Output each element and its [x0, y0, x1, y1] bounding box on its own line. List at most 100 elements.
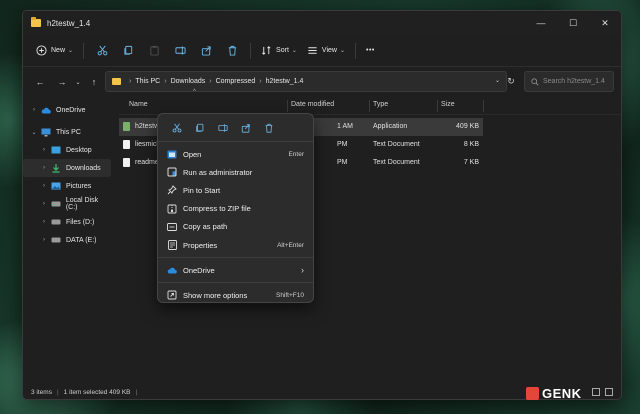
column-divider[interactable]: [287, 100, 288, 112]
chevron-right-icon[interactable]: ›: [39, 237, 49, 243]
column-divider[interactable]: [369, 100, 370, 112]
breadcrumb-downloads[interactable]: Downloads: [171, 78, 206, 85]
file-type: Application: [373, 123, 408, 130]
sort-button[interactable]: Sort ⌄: [256, 40, 302, 62]
menu-item-run-as-admin[interactable]: Run as administrator: [158, 163, 313, 181]
folder-icon: [112, 78, 121, 85]
status-divider: |: [56, 388, 59, 396]
forward-button[interactable]: →: [51, 71, 73, 93]
chevron-right-icon[interactable]: ›: [39, 183, 49, 189]
file-size: 409 KB: [456, 123, 479, 130]
sidebar-item-desktop[interactable]: › Desktop: [23, 141, 111, 159]
tiles-view-icon[interactable]: [605, 388, 613, 396]
list-view-icon: [308, 47, 317, 54]
share-button[interactable]: [234, 118, 257, 138]
title-bar: h2testw_1.4 — ☐ ✕: [23, 11, 621, 35]
sidebar-item-this-pc[interactable]: ⌄ This PC: [23, 123, 111, 141]
delete-button[interactable]: [257, 118, 280, 138]
chevron-down-icon[interactable]: ⌄: [495, 77, 500, 84]
menu-item-copy-as-path[interactable]: Copy as path: [158, 218, 313, 236]
chevron-right-icon[interactable]: ›: [39, 147, 49, 153]
column-header-name[interactable]: Name: [129, 101, 148, 108]
context-menu: Open Enter Run as administrator Pin to S…: [157, 113, 314, 303]
new-button[interactable]: New ⌄: [31, 40, 78, 62]
menu-item-label: Compress to ZIP file: [183, 204, 251, 214]
recent-locations-button[interactable]: ⌄: [73, 71, 83, 93]
copy-button[interactable]: [188, 118, 211, 138]
drive-icon: [51, 236, 61, 245]
breadcrumb-current-folder[interactable]: h2testw_1.4: [266, 78, 304, 85]
sidebar-item-pictures[interactable]: › Pictures: [23, 177, 111, 195]
menu-item-label: Pin to Start: [183, 185, 221, 195]
menu-item-compress-zip[interactable]: Compress to ZIP file: [158, 200, 313, 218]
refresh-icon: ↻: [507, 76, 515, 86]
chevron-right-icon[interactable]: ›: [29, 107, 39, 113]
column-header-size[interactable]: Size: [441, 101, 455, 108]
cut-button[interactable]: [165, 118, 188, 138]
sidebar-item-data-e[interactable]: › DATA (E:): [23, 231, 111, 249]
file-type: Text Document: [373, 159, 420, 166]
search-icon: [531, 77, 539, 85]
refresh-button[interactable]: ↻: [501, 71, 521, 92]
breadcrumb-this-pc[interactable]: This PC: [135, 78, 160, 85]
menu-item-open[interactable]: Open Enter: [158, 145, 313, 163]
more-options-button[interactable]: •••: [361, 40, 380, 62]
sidebar-item-local-disk-c[interactable]: › Local Disk (C:): [23, 195, 111, 213]
sidebar-item-label: OneDrive: [56, 106, 86, 114]
context-quick-actions: [158, 114, 313, 142]
menu-item-shortcut: Shift+F10: [275, 291, 304, 299]
toolbar-divider: [355, 42, 356, 59]
column-divider[interactable]: [483, 100, 484, 112]
column-header-date[interactable]: Date modified: [291, 101, 334, 108]
paste-button[interactable]: [141, 40, 167, 62]
clipboard-icon: [149, 45, 159, 56]
search-input[interactable]: Search h2testw_1.4: [524, 71, 614, 92]
menu-item-properties[interactable]: Properties Alt+Enter: [158, 236, 313, 254]
sidebar-item-label: DATA (E:): [66, 236, 97, 244]
view-button[interactable]: View ⌄: [302, 40, 350, 62]
sidebar-item-files-d[interactable]: › Files (D:): [23, 213, 111, 231]
desktop-icon: [51, 146, 61, 155]
chevron-right-icon[interactable]: ›: [39, 201, 49, 207]
zip-icon: [167, 204, 177, 214]
share-button[interactable]: [193, 40, 219, 62]
delete-button[interactable]: [219, 40, 245, 62]
sidebar-item-label: Downloads: [66, 164, 101, 172]
column-header-type[interactable]: Type: [373, 101, 388, 108]
sidebar-item-label: This PC: [56, 128, 81, 136]
up-button[interactable]: ↑: [83, 71, 105, 93]
back-button[interactable]: ←: [29, 71, 51, 93]
arrow-left-icon: ←: [35, 77, 45, 87]
scissors-icon: [172, 123, 181, 132]
chevron-down-icon[interactable]: ⌄: [29, 129, 39, 136]
pictures-icon: [51, 182, 61, 191]
sidebar-item-downloads[interactable]: › Downloads: [23, 159, 111, 177]
maximize-button[interactable]: ☐: [557, 11, 589, 35]
details-view-icon[interactable]: [592, 388, 600, 396]
copy-button[interactable]: [115, 40, 141, 62]
search-placeholder: Search h2testw_1.4: [543, 78, 605, 85]
rename-icon: [217, 123, 228, 132]
menu-item-pin-to-start[interactable]: Pin to Start: [158, 181, 313, 199]
pin-icon: [167, 185, 177, 195]
rename-button[interactable]: [211, 118, 234, 138]
menu-item-shortcut: Enter: [288, 150, 304, 158]
column-divider[interactable]: [437, 100, 438, 112]
sidebar-item-onedrive[interactable]: › OneDrive: [23, 101, 111, 119]
chevron-right-icon: ›: [209, 78, 212, 85]
menu-item-show-more-options[interactable]: Show more options Shift+F10: [158, 286, 313, 304]
chevron-down-icon: ⌄: [291, 48, 297, 54]
minimize-button[interactable]: —: [525, 11, 557, 35]
chevron-right-icon[interactable]: ›: [39, 219, 49, 225]
address-bar-row: ← → ⌄ ↑ › This PC › Downloads › Compress…: [23, 67, 621, 97]
rename-button[interactable]: [167, 40, 193, 62]
breadcrumb-compressed[interactable]: Compressed: [216, 78, 256, 85]
chevron-right-icon[interactable]: ›: [39, 165, 49, 171]
sidebar-item-label: Desktop: [66, 146, 92, 154]
text-file-icon: [123, 140, 130, 149]
menu-item-onedrive[interactable]: OneDrive ›: [158, 261, 313, 279]
properties-icon: [167, 240, 177, 250]
address-bar[interactable]: › This PC › Downloads › Compressed › h2t…: [105, 71, 507, 92]
close-button[interactable]: ✕: [589, 11, 621, 35]
cut-button[interactable]: [89, 40, 115, 62]
